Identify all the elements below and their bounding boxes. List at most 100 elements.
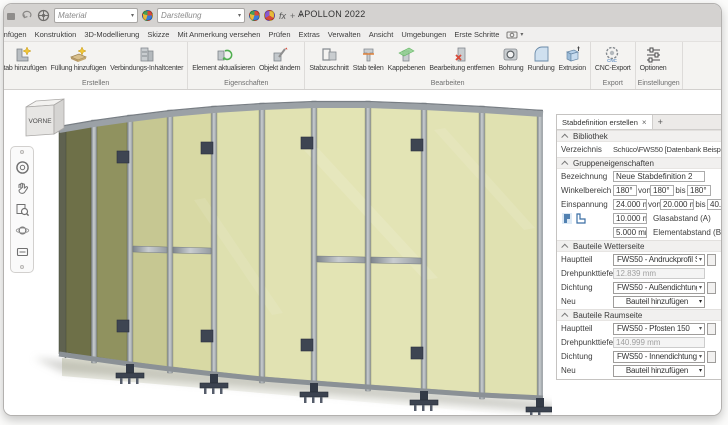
wetterseite-hauptteil-extra-button[interactable] — [707, 253, 716, 266]
appearance-adjust-sphere-icon[interactable] — [264, 10, 275, 21]
einspannung-bis-input[interactable]: 40.000 mm — [707, 199, 721, 210]
glass-spacing-profile-icon[interactable] — [561, 212, 573, 225]
navbar-options-dot-icon[interactable] — [20, 265, 24, 269]
dichtung-label: Dichtung — [561, 352, 593, 361]
tab-erste-schritte[interactable]: Erste Schritte — [450, 30, 503, 39]
screen-capture-menu-button[interactable]: ▾ — [503, 30, 526, 39]
tab-3d-modellierung[interactable]: 3D-Modellierung — [80, 30, 143, 39]
stabdefinition-panel: Stabdefinition erstellen × + Bibliothek … — [556, 114, 721, 380]
chevron-down-icon: ▾ — [237, 13, 241, 19]
einspannung-label: Einspannung — [561, 200, 608, 209]
section-header-wetterseite[interactable]: Bauteile Wetterseite — [557, 240, 721, 252]
new-tab-button[interactable]: + — [653, 115, 668, 129]
view-cube-front-label: VORNE — [28, 118, 52, 125]
stab-teilen-button[interactable]: Stab teilen — [351, 42, 386, 72]
von-label: von — [638, 186, 651, 195]
winkelbereich-input[interactable]: 180° — [613, 185, 637, 196]
raumseite-dichtung-extra-button[interactable] — [707, 350, 716, 363]
einspannung-input[interactable]: 24.000 mm — [613, 199, 647, 210]
raumseite-hauptteil-extra-button[interactable] — [707, 322, 716, 335]
tab-mit-anmerkung-versehen[interactable]: Mit Anmerkung versehen — [173, 30, 264, 39]
ribbon-group-export: CNC CNC-Export Export — [591, 42, 636, 89]
panel-body: Bibliothek Verzeichnis Schüco\FWS50 [Dat… — [557, 130, 721, 379]
darstellung-dropdown-value: Darstellung — [161, 11, 202, 20]
viewport-3d[interactable]: VORNE Stabdefinition erstellen × + Bibli… — [4, 90, 721, 415]
winkelbereich-bis-input[interactable]: 180° — [687, 185, 711, 196]
material-dropdown-value: Material — [58, 11, 87, 20]
parameters-fx-button[interactable]: fx — [279, 11, 286, 21]
glasabstand-input[interactable]: 10.000 mm — [613, 213, 647, 224]
verzeichnis-value: Schüco\FWS50 [Datenbank Beispiel.pdl] — [613, 145, 721, 154]
profile-cut-icon — [320, 45, 339, 64]
bezeichnung-input[interactable]: Neue Stabdefinition 2 — [613, 171, 705, 182]
kappebenen-button[interactable]: Kappebenen — [386, 42, 428, 72]
navbar-options-dot-icon[interactable] — [20, 150, 24, 154]
raumseite-hauptteil-dropdown[interactable]: FWS50 - Pfosten 150 ▾ — [613, 322, 705, 335]
von-label: von — [648, 200, 661, 209]
einspannung-von-input[interactable]: 20.000 mm — [660, 199, 694, 210]
extrude-icon — [563, 45, 582, 64]
stab-hinzufuegen-button[interactable]: Stab hinzufügen — [4, 42, 49, 72]
neu-label: Neu — [561, 297, 576, 306]
cnc-export-button[interactable]: CNC CNC-Export — [593, 42, 633, 72]
material-sphere-icon[interactable] — [142, 10, 153, 21]
view-cube[interactable]: VORNE — [16, 96, 74, 144]
neu-label: Neu — [561, 366, 576, 375]
wetterseite-hauptteil-dropdown[interactable]: FWS50 - Andruckprofil SI ▾ — [613, 253, 705, 266]
panel-tab-title: Stabdefinition erstellen — [562, 117, 638, 127]
wetterseite-neu-dropdown[interactable]: Bauteil hinzufügen ▾ — [613, 295, 705, 308]
content-center-icon — [137, 45, 156, 64]
optionen-button[interactable]: Optionen — [638, 42, 669, 72]
add-quick-command-button[interactable]: + — [290, 11, 295, 21]
tab-ansicht[interactable]: Ansicht — [365, 30, 398, 39]
camera-icon — [506, 31, 518, 38]
tab-verwalten[interactable]: Verwalten — [324, 30, 365, 39]
pan-hand-icon[interactable] — [15, 181, 30, 196]
chevron-up-icon — [561, 133, 569, 141]
bohrung-button[interactable]: Bohrung — [496, 42, 525, 72]
close-icon[interactable]: × — [642, 118, 647, 127]
add-mullion-icon — [13, 45, 32, 64]
raumseite-neu-dropdown[interactable]: Bauteil hinzufügen ▾ — [613, 364, 705, 377]
tab-extras[interactable]: Extras — [295, 30, 324, 39]
element-aktualisieren-button[interactable]: Element aktualisieren — [190, 42, 257, 72]
tab-skizze[interactable]: Skizze — [143, 30, 173, 39]
ribbon-group-label: Export — [602, 80, 623, 87]
rundung-button[interactable]: Rundung — [526, 42, 557, 72]
app-menu-icon[interactable] — [4, 9, 17, 22]
tab-stabdefinition-erstellen[interactable]: Stabdefinition erstellen × — [557, 115, 653, 129]
navigation-wheel-icon[interactable] — [15, 160, 30, 175]
appearance-sphere-icon[interactable] — [249, 10, 260, 21]
verbindungs-inhaltcenter-button[interactable]: Verbindungs-Inhaltcenter — [108, 42, 185, 72]
objekt-aendern-button[interactable]: Objekt ändern — [257, 42, 302, 72]
orbit-icon[interactable] — [15, 223, 30, 238]
fuellung-hinzufuegen-button[interactable]: Füllung hinzufügen — [49, 42, 109, 72]
undo-icon[interactable] — [21, 9, 33, 22]
stabzuschnitt-button[interactable]: Stabzuschnitt — [307, 42, 350, 72]
darstellung-dropdown[interactable]: Darstellung ▾ — [157, 8, 245, 23]
chevron-down-icon: ▾ — [698, 285, 702, 291]
wetterseite-dichtung-dropdown[interactable]: FWS50 - Außendichtung 5mm ▾ — [613, 281, 705, 294]
section-header-gruppeneigenschaften[interactable]: Gruppeneigenschaften — [557, 157, 721, 169]
material-dropdown[interactable]: Material ▾ — [54, 8, 138, 23]
bearbeitung-entfernen-button[interactable]: Bearbeitung entfernen — [427, 42, 496, 72]
zoom-window-icon[interactable] — [15, 202, 30, 217]
steering-wheel-icon[interactable] — [37, 9, 50, 22]
edit-object-icon — [270, 45, 289, 64]
window-title: APOLLON 2022 — [298, 9, 366, 19]
extrusion-button[interactable]: Extrusion — [557, 42, 588, 72]
look-at-face-icon[interactable] — [15, 244, 30, 259]
hauptteil-label: Hauptteil — [561, 324, 593, 333]
ribbon-group-bearbeiten: Stabzuschnitt Stab teilen Kappebenen Bea… — [305, 42, 591, 89]
elementabstand-input[interactable]: 5.000 mm — [613, 227, 647, 238]
tab-konstruktion[interactable]: Konstruktion — [31, 30, 81, 39]
tab-einfuegen[interactable]: Einfügen — [4, 30, 31, 39]
raumseite-dichtung-dropdown[interactable]: FWS50 - Innendichtung 9mm ▾ — [613, 350, 705, 363]
tab-pruefen[interactable]: Prüfen — [264, 30, 294, 39]
section-header-bibliothek[interactable]: Bibliothek — [557, 130, 721, 142]
wetterseite-dichtung-extra-button[interactable] — [707, 281, 716, 294]
tab-umgebungen[interactable]: Umgebungen — [397, 30, 450, 39]
section-header-raumseite[interactable]: Bauteile Raumseite — [557, 309, 721, 321]
winkelbereich-von-input[interactable]: 180° — [650, 185, 674, 196]
element-spacing-profile-icon[interactable] — [575, 212, 587, 225]
